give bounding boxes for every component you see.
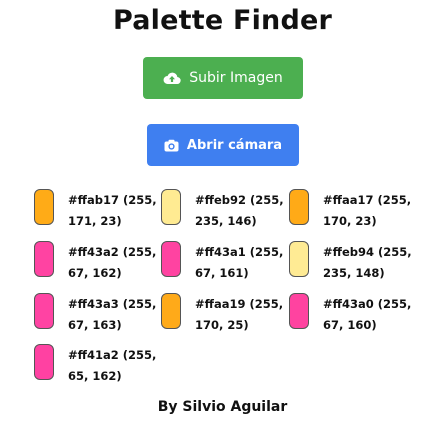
color-value-label: #ff41a2 (255, 65, 162) — [68, 348, 157, 383]
app-title: Palette Finder — [112, 5, 333, 36]
palette-item: #ffaa17 (255, 170, 23) — [289, 189, 419, 235]
upload-image-button[interactable]: Subir Imagen — [143, 57, 303, 99]
color-swatch — [34, 293, 54, 329]
color-value-label: #ff43a2 (255, 67, 162) — [68, 245, 157, 280]
color-value-label: #ffaa19 (255, 170, 25) — [195, 297, 284, 332]
palette-item: #ffab17 (255, 171, 23) — [34, 189, 164, 235]
palette-item: #ff43a2 (255, 67, 162) — [34, 241, 164, 287]
color-swatch — [289, 293, 309, 329]
color-swatch — [289, 241, 309, 277]
open-camera-button[interactable]: Abrir cámara — [147, 124, 299, 166]
camera-icon — [164, 139, 179, 152]
author-credit: By Silvio Aguilar — [157, 399, 288, 415]
cloud-upload-icon — [163, 71, 181, 85]
color-swatch — [161, 241, 181, 277]
color-value-label: #ff43a3 (255, 67, 163) — [68, 297, 157, 332]
palette-item: #ffeb92 (255, 235, 146) — [161, 189, 291, 235]
color-swatch — [289, 189, 309, 225]
palette-item: #ff43a0 (255, 67, 160) — [289, 293, 419, 339]
upload-image-label: Subir Imagen — [189, 70, 283, 86]
open-camera-label: Abrir cámara — [186, 137, 283, 153]
color-swatch — [161, 189, 181, 225]
palette-item: #ff41a2 (255, 65, 162) — [34, 344, 164, 390]
color-value-label: #ff43a1 (255, 67, 161) — [195, 245, 284, 280]
palette-item: #ffaa19 (255, 170, 25) — [161, 293, 291, 339]
color-value-label: #ffeb92 (255, 235, 146) — [195, 193, 284, 228]
color-swatch — [34, 344, 54, 380]
color-swatch — [34, 189, 54, 225]
color-value-label: #ff43a0 (255, 67, 160) — [323, 297, 412, 332]
color-value-label: #ffab17 (255, 171, 23) — [68, 193, 157, 228]
color-swatch — [34, 241, 54, 277]
color-swatch — [161, 293, 181, 329]
color-value-label: #ffeb94 (255, 235, 148) — [323, 245, 412, 280]
palette-item: #ff43a1 (255, 67, 161) — [161, 241, 291, 287]
color-value-label: #ffaa17 (255, 170, 23) — [323, 193, 412, 228]
palette-item: #ff43a3 (255, 67, 163) — [34, 293, 164, 339]
palette-item: #ffeb94 (255, 235, 148) — [289, 241, 419, 287]
